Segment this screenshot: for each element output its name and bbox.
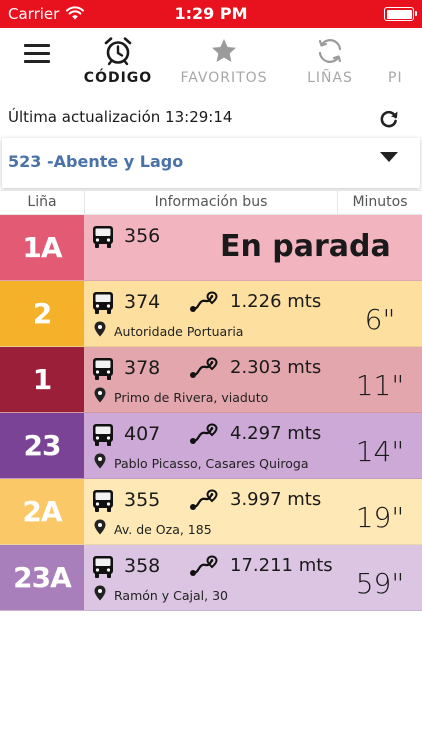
distance: 17.211 mts	[230, 555, 333, 576]
bus-info: 378 2.303 mts Primo de Rivera, viaduto	[84, 347, 338, 412]
minutes-cell: 19"	[338, 479, 422, 544]
minutes-cell: 11"	[338, 347, 422, 412]
bus-icon	[93, 490, 113, 512]
hamburger-menu-button[interactable]	[24, 44, 50, 64]
distance: 2.303 mts	[230, 357, 322, 378]
refresh-icon[interactable]	[378, 108, 400, 130]
bus-info: 358 17.211 mts Ramón y Cajal, 30	[84, 545, 338, 610]
arrivals-list: 1A 356 En parada 2 374 1.226 mts Autorid…	[0, 215, 422, 611]
minutes-value: 59"	[355, 567, 405, 600]
minutes-cell: 59"	[338, 545, 422, 610]
minutes-cell: 14"	[338, 413, 422, 478]
tab-favoritos[interactable]: FAVORITOS	[174, 36, 274, 86]
bus-icon	[93, 226, 113, 248]
clock: 1:29 PM	[174, 4, 248, 23]
table-row[interactable]: 23A 358 17.211 mts Ramón y Cajal, 30 59"	[0, 545, 422, 611]
bus-number: 374	[124, 291, 161, 313]
wifi-icon	[66, 6, 84, 20]
route-icon	[188, 555, 218, 577]
map-pin-icon	[94, 585, 106, 601]
stop-selector[interactable]: 523 -Abente y Lago	[2, 138, 420, 188]
carrier-name: Carrier	[8, 5, 60, 23]
minutes-value: 6"	[364, 303, 396, 336]
bus-info: 356 En parada	[84, 215, 422, 280]
minutes-value: 19"	[355, 501, 405, 534]
route-icon	[188, 423, 218, 445]
tab-icon-placeholder	[388, 36, 418, 66]
refresh-circle-icon	[318, 39, 342, 63]
battery-icon	[384, 7, 417, 21]
map-pin-icon	[94, 321, 106, 337]
table-row[interactable]: 2A 355 3.997 mts Av. de Oza, 185 19"	[0, 479, 422, 545]
current-stop: Primo de Rivera, viaduto	[114, 390, 269, 405]
line-badge: 2A	[0, 479, 84, 544]
distance: 3.997 mts	[230, 489, 322, 510]
current-stop: Av. de Oza, 185	[114, 522, 212, 537]
tab-label: LIÑAS	[307, 70, 353, 86]
header-line: Liña	[27, 194, 57, 210]
status-bar: Carrier 1:29 PM	[0, 0, 422, 28]
line-badge: 2	[0, 281, 84, 346]
map-pin-icon	[94, 387, 106, 403]
distance: 4.297 mts	[230, 423, 322, 444]
tab-label: CÓDIGO	[83, 70, 153, 86]
current-stop: Pablo Picasso, Casares Quiroga	[114, 456, 309, 471]
bus-number: 358	[124, 555, 161, 577]
current-stop: Autoridade Portuaria	[114, 324, 244, 339]
table-row[interactable]: 2 374 1.226 mts Autoridade Portuaria 6"	[0, 281, 422, 347]
tab-label: PI	[388, 70, 403, 86]
bus-icon	[93, 292, 113, 314]
bus-icon	[93, 556, 113, 578]
minutes-cell: 6"	[338, 281, 422, 346]
menu-bar	[24, 52, 50, 55]
bus-icon	[93, 424, 113, 446]
line-badge: 1A	[0, 215, 84, 280]
line-badge: 23A	[0, 545, 84, 610]
header-minutes: Minutos	[352, 194, 408, 210]
update-row: Última actualización 13:29:14	[0, 98, 422, 138]
menu-bar	[24, 44, 50, 47]
table-row[interactable]: 1A 356 En parada	[0, 215, 422, 281]
route-icon	[188, 489, 218, 511]
bus-number: 356	[124, 225, 161, 247]
route-icon	[188, 291, 218, 313]
minutes-value: 14"	[355, 435, 405, 468]
table-row[interactable]: 1 378 2.303 mts Primo de Rivera, viaduto…	[0, 347, 422, 413]
top-navigation: CÓDIGO FAVORITOS LIÑAS PI	[0, 28, 422, 98]
bus-icon	[93, 358, 113, 380]
last-update-text: Última actualización 13:29:14	[8, 108, 233, 126]
stop-number: 523	[8, 152, 42, 171]
map-pin-icon	[94, 453, 106, 469]
table-row[interactable]: 23 407 4.297 mts Pablo Picasso, Casares …	[0, 413, 422, 479]
tab-codigo[interactable]: CÓDIGO	[68, 36, 168, 86]
stop-name: -Abente y Lago	[46, 152, 184, 171]
current-stop: Ramón y Cajal, 30	[114, 588, 229, 603]
tab-label: FAVORITOS	[180, 70, 268, 86]
stop-label: 523 -Abente y Lago	[8, 152, 183, 171]
route-icon	[188, 357, 218, 379]
line-badge: 1	[0, 347, 84, 412]
table-header: Liña Información bus Minutos	[0, 190, 422, 215]
minutes-value: 11"	[355, 369, 405, 402]
bus-number: 407	[124, 423, 161, 445]
tab-partial[interactable]: PI	[388, 36, 422, 86]
line-badge: 23	[0, 413, 84, 478]
alarm-clock-icon	[104, 37, 132, 66]
bus-info: 407 4.297 mts Pablo Picasso, Casares Qui…	[84, 413, 338, 478]
star-icon	[212, 39, 236, 62]
tab-linas[interactable]: LIÑAS	[280, 36, 380, 86]
bus-number: 355	[124, 489, 161, 511]
map-pin-icon	[94, 519, 106, 535]
status-text: En parada	[220, 229, 391, 264]
bus-number: 378	[124, 357, 161, 379]
header-info: Información bus	[84, 191, 338, 214]
bus-info: 355 3.997 mts Av. de Oza, 185	[84, 479, 338, 544]
menu-bar	[24, 60, 50, 63]
bus-info: 374 1.226 mts Autoridade Portuaria	[84, 281, 338, 346]
distance: 1.226 mts	[230, 291, 322, 312]
chevron-down-icon	[380, 152, 398, 162]
